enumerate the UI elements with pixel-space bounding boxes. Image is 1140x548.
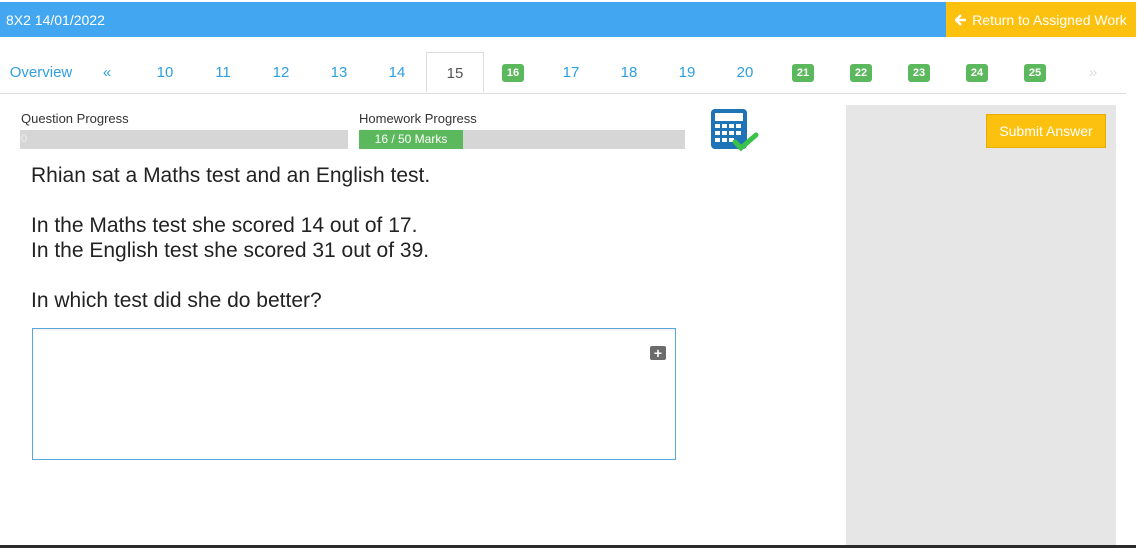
assignment-title: 8X2 14/01/2022: [6, 12, 105, 28]
tab-question-22[interactable]: 22: [832, 52, 890, 93]
question-line: In which test did she do better?: [31, 289, 322, 312]
homework-progress-bar: 16 / 50 Marks: [359, 130, 685, 149]
question-progress-bar: 0: [20, 130, 348, 149]
completed-badge: 23: [907, 64, 931, 83]
completed-badge: 16: [501, 64, 525, 83]
question-text: Rhian sat a Maths test and an English te…: [31, 163, 430, 313]
question-line: Rhian sat a Maths test and an English te…: [31, 164, 431, 187]
tab-question-19[interactable]: 19: [658, 52, 716, 93]
question-progress-value: 0: [21, 133, 28, 145]
completed-badge: 21: [791, 64, 815, 83]
question-line: In the Maths test she scored 14 out of 1…: [31, 214, 418, 237]
tab-question-20[interactable]: 20: [716, 52, 774, 93]
tab-question-25[interactable]: 25: [1006, 52, 1064, 93]
submit-answer-button[interactable]: Submit Answer: [986, 114, 1106, 148]
tab-question-24[interactable]: 24: [948, 52, 1006, 93]
question-line: In the English test she scored 31 out of…: [31, 239, 430, 262]
question-progress-label: Question Progress: [21, 111, 129, 126]
question-tabs: Overview « 10 11 12 13 14 15 16 17 18 19 20 21 22 23 2…: [0, 52, 1126, 94]
answer-input[interactable]: +: [32, 328, 676, 460]
tab-question-11[interactable]: 11: [194, 52, 252, 93]
tab-overview[interactable]: Overview: [0, 52, 82, 93]
plus-square-icon[interactable]: +: [650, 346, 666, 360]
tab-question-10[interactable]: 10: [136, 52, 194, 93]
return-label: Return to Assigned Work: [972, 11, 1127, 28]
tab-question-21[interactable]: 21: [774, 52, 832, 93]
tab-question-18[interactable]: 18: [600, 52, 658, 93]
tab-question-12[interactable]: 12: [252, 52, 310, 93]
homework-progress-label: Homework Progress: [359, 111, 477, 126]
tab-question-23[interactable]: 23: [890, 52, 948, 93]
tab-question-15[interactable]: 15: [426, 52, 484, 93]
header-bar: 8X2 14/01/2022 Return to Assigned Work: [0, 2, 1136, 37]
tab-question-14[interactable]: 14: [368, 52, 426, 93]
tab-question-13[interactable]: 13: [310, 52, 368, 93]
tab-previous[interactable]: «: [90, 52, 124, 93]
tab-question-17[interactable]: 17: [542, 52, 600, 93]
completed-badge: 24: [965, 64, 989, 83]
completed-badge: 25: [1023, 64, 1047, 83]
tab-next[interactable]: »: [1078, 52, 1108, 93]
completed-badge: 22: [849, 64, 873, 83]
arrow-left-icon: [955, 13, 967, 26]
calculator-allowed-icon: [711, 109, 759, 152]
homework-progress-fill: 16 / 50 Marks: [359, 130, 463, 149]
return-to-assigned-work-button[interactable]: Return to Assigned Work: [946, 2, 1136, 37]
tab-question-16[interactable]: 16: [484, 52, 542, 93]
side-panel: [846, 105, 1116, 548]
